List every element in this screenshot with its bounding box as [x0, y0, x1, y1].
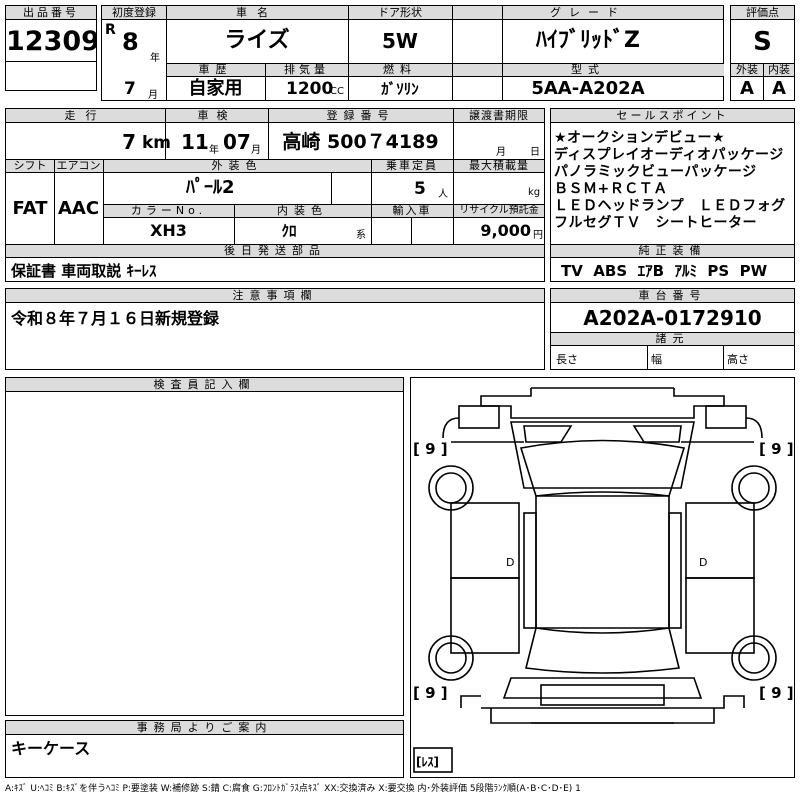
notes-text: 令和８年７月１６日新規登録: [11, 309, 220, 328]
shift-label: シフト: [13, 159, 47, 172]
lot-number-box: 出品番号 12309: [5, 5, 97, 91]
model: 5AA-A202A: [531, 78, 645, 99]
displacement: 1200: [286, 79, 334, 99]
chassis-box: 車台番号 A202A-0172910 諸元 長さ 幅 高さ: [550, 288, 795, 370]
legend-text: A:ｷｽﾞ U:ﾍｺﾐ B:ｷｽﾞを伴うﾍｺﾐ P:要塗装 W:補修跡 S:錆 …: [5, 784, 581, 794]
mileage-label: 走行: [64, 109, 107, 122]
import-label: 輸入車: [392, 204, 432, 217]
era-mark: R: [105, 22, 116, 38]
interior-grade: A: [772, 78, 786, 99]
ac-value: AAC: [57, 198, 100, 219]
tire-rear-right: [ 9 ]: [759, 684, 794, 702]
equipment-label: 純正装備: [638, 244, 707, 257]
office-box: 事務局よりご案内 キーケース: [5, 720, 404, 778]
sales-point-item: ディスプレイオーディオパッケージ: [554, 147, 784, 163]
interior-label: 内装: [768, 63, 790, 76]
plate-number: 高崎 500７4189: [282, 131, 439, 153]
notes-box: 注意事項欄 令和８年７月１６日新規登録: [5, 288, 545, 370]
door-mark-left: D: [506, 556, 515, 569]
score-label: 評価点: [731, 6, 794, 20]
later-parts: 保証書 車両取説 ｷｰﾚｽ: [11, 262, 157, 280]
width-label: 幅: [651, 353, 662, 366]
inspector-box: 検査員記入欄: [5, 377, 404, 716]
interior-color: ｸﾛ: [281, 222, 297, 240]
color-label: 外装色: [211, 159, 263, 172]
door-type: 5W: [382, 29, 418, 53]
color-no-label: カラーNo.: [130, 204, 207, 217]
load-label: 最大積載量: [469, 159, 529, 172]
sales-point-item: ★オークションデビュー★: [554, 130, 726, 146]
first-reg-label: 初度登録: [112, 6, 156, 19]
transfer-label: 譲渡書期限: [469, 109, 529, 122]
recycle-fee: 9,000: [480, 221, 531, 240]
shift-value: FAT: [12, 198, 48, 219]
door-label: ドア形状: [378, 6, 422, 19]
exterior-grade: A: [740, 78, 754, 99]
grade: ﾊｲﾌﾞﾘｯﾄﾞZ: [536, 28, 640, 53]
history: 自家用: [188, 78, 243, 99]
tire-front-left: [ 9 ]: [413, 440, 448, 458]
office-text: キーケース: [11, 739, 91, 758]
car-diagram-box: [ 9 ] [ 9 ] [ 9 ] [ 9 ] [ﾚｽ] D D: [410, 377, 795, 778]
fuel-label: 燃料: [383, 63, 417, 76]
later-parts-label: 後日発送部品: [224, 244, 326, 257]
chassis-number: A202A-0172910: [583, 306, 762, 330]
sales-points-box: セールスポイント ★オークションデビュー★ ディスプレイオーディオパッケージ パ…: [550, 108, 795, 282]
vehicle-header-box: 初度登録 車名 ドア形状 グレード R 8 年 ライズ 5W ﾊｲﾌﾞﾘｯﾄﾞZ…: [101, 5, 724, 101]
lot-number: 12309: [6, 26, 96, 57]
plate-label: 登録番号: [326, 109, 395, 122]
capacity: 5: [414, 179, 426, 199]
car-diagram: [413, 387, 777, 773]
door-mark-right: D: [699, 556, 708, 569]
sales-point-item: フルセグＴＶ シートヒーター: [554, 215, 757, 231]
equipment-list: TV ABS ｴｱB ｱﾙﾐ PS PW: [561, 262, 768, 280]
first-reg-month: 7: [124, 79, 136, 99]
exterior-label: 外装: [736, 63, 758, 76]
length-label: 長さ: [556, 353, 578, 366]
color-number: XH3: [150, 221, 187, 240]
details-box: 走行 車検 登録番号 譲渡書期限 7 km 11 年 07 月 高崎 500７4…: [5, 108, 545, 282]
sales-point-item: パノラミックビューパッケージ: [554, 164, 757, 180]
inspection-label: 車検: [197, 109, 236, 122]
chassis-label: 車台番号: [551, 289, 794, 303]
car-name-label: 車名: [236, 6, 278, 19]
tire-front-right: [ 9 ]: [759, 440, 794, 458]
fuel: ｶﾞｿﾘﾝ: [381, 80, 419, 98]
inspection-month: 07: [223, 130, 251, 154]
ac-label: エアコン: [56, 159, 101, 172]
model-label: 型式: [571, 63, 605, 76]
exterior-color: ﾊﾟｰﾙ2: [186, 177, 235, 198]
spare-tire: [ﾚｽ]: [416, 755, 439, 769]
displacement-label: 排気量: [284, 63, 329, 76]
car-name: ライズ: [224, 28, 290, 53]
int-color-label: 内装色: [277, 204, 328, 217]
mileage: 7: [122, 130, 136, 154]
specs-label: 諸元: [655, 332, 690, 345]
grade-label: グレード: [550, 6, 626, 19]
capacity-label: 乗車定員: [386, 159, 438, 172]
lot-number-label: 出品番号: [6, 6, 96, 20]
inspection-year: 11: [181, 130, 209, 154]
tire-rear-left: [ 9 ]: [413, 684, 448, 702]
sales-point-item: ＬＥＤヘッドランプ ＬＥＤフォグ: [554, 198, 786, 214]
history-label: 車歴: [198, 63, 233, 76]
office-label: 事務局よりご案内: [6, 721, 403, 735]
first-reg-year: 8: [122, 28, 139, 56]
height-label: 高さ: [727, 353, 749, 366]
notes-label: 注意事項欄: [6, 289, 544, 303]
score-box: 評価点 S 外装 内装 A A: [730, 5, 795, 101]
sales-point-item: ＢＳＭ+ＲＣＴＡ: [554, 181, 668, 197]
inspector-label: 検査員記入欄: [6, 378, 403, 392]
recycle-label: リサイクル預託金: [459, 205, 539, 216]
sales-points-label: セールスポイント: [551, 109, 794, 123]
score: S: [753, 27, 772, 57]
